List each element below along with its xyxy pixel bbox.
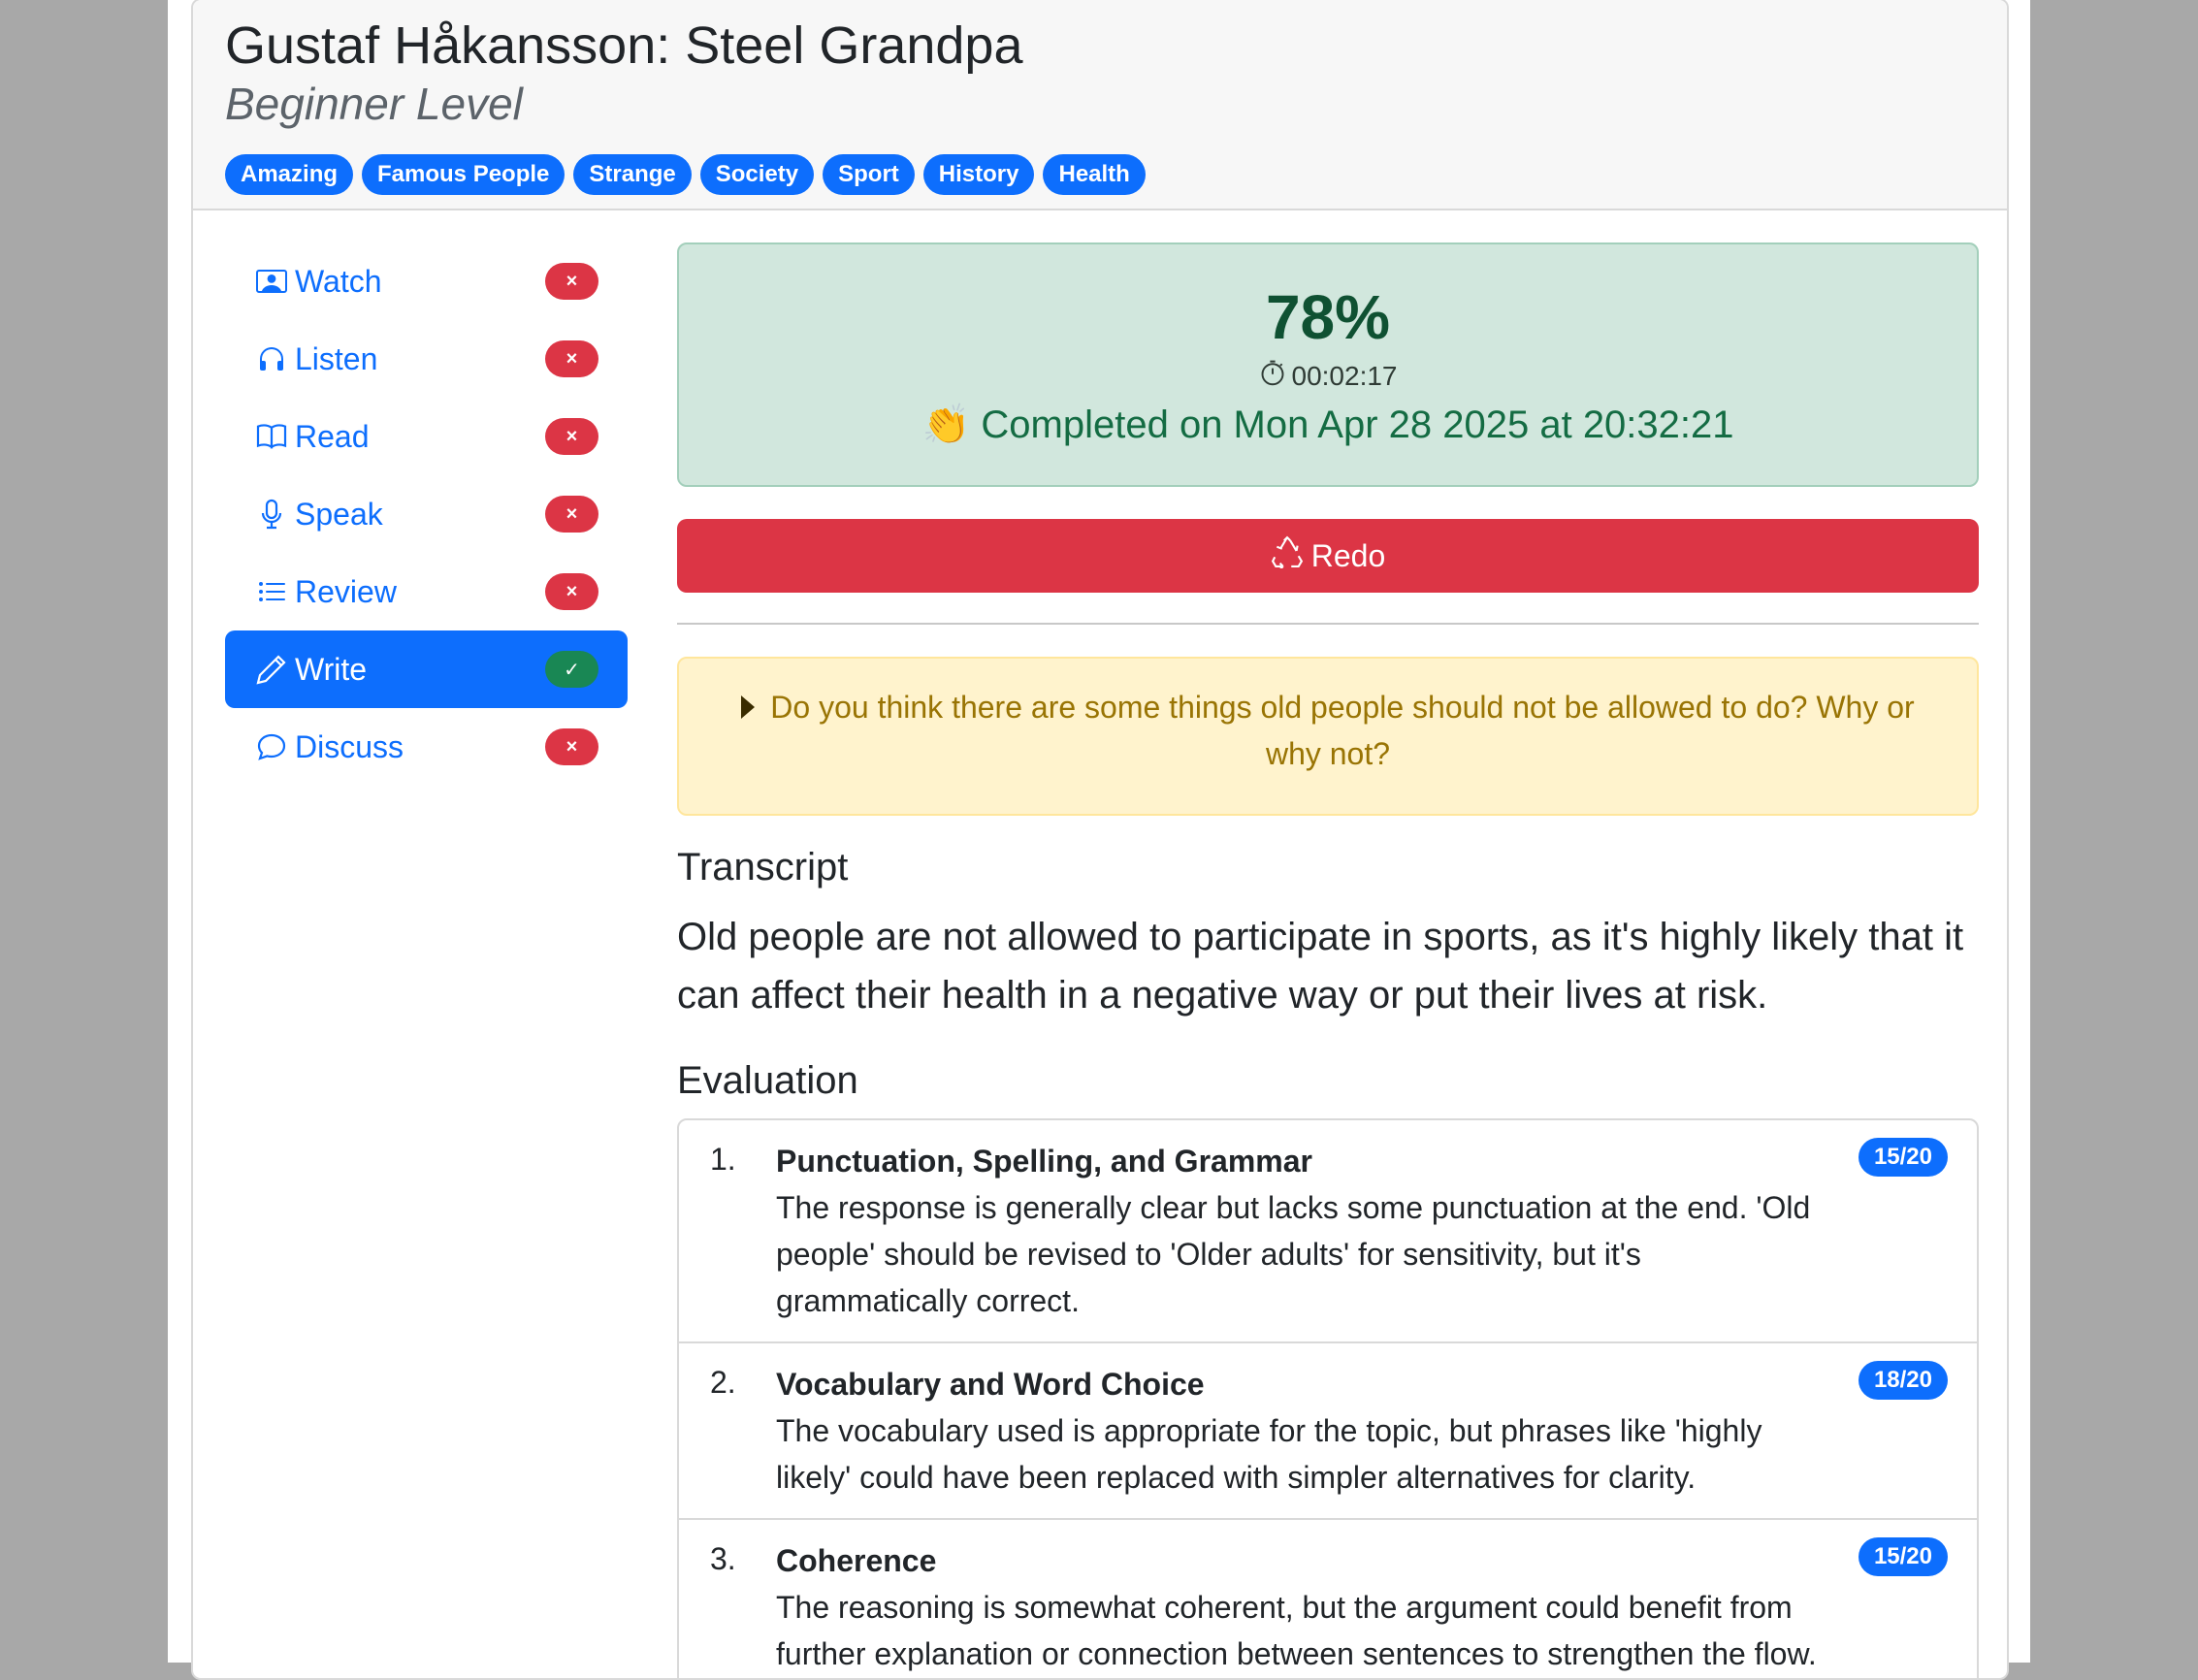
- nav-label: Read: [295, 418, 370, 454]
- incomplete-badge: ×: [545, 728, 598, 765]
- prompt-text: Do you think there are some things old p…: [770, 690, 1915, 771]
- caret-right-icon: [741, 695, 756, 719]
- divider: [677, 623, 1979, 625]
- item-number: 3.: [710, 1541, 736, 1576]
- nav-item-listen[interactable]: Listen ×: [225, 320, 628, 398]
- nav-label: Listen: [295, 340, 378, 376]
- completion-text: 👏 Completed on Mon Apr 28 2025 at 20:32:…: [921, 404, 1734, 446]
- tag-badge[interactable]: Amazing: [225, 154, 354, 195]
- nav-label: Discuss: [295, 728, 404, 764]
- nav-label: Watch: [295, 263, 382, 299]
- tag-badge[interactable]: Famous People: [362, 154, 566, 195]
- page-frame: Gustaf Håkansson: Steel Grandpa Beginner…: [168, 0, 2030, 1680]
- nav-label: Speak: [295, 496, 383, 532]
- watch-icon: [254, 264, 289, 299]
- redo-button[interactable]: Redo: [677, 519, 1979, 593]
- complete-badge: ✓: [545, 651, 598, 688]
- tag-badge[interactable]: History: [922, 154, 1035, 195]
- incomplete-badge: ×: [545, 496, 598, 533]
- score-percentage: 78%: [1265, 282, 1391, 352]
- result-alert: 78% 00:02:17 👏 Completed on Mon Apr 28 2…: [677, 242, 1979, 487]
- duration-row: 00:02:17: [679, 359, 1977, 393]
- nav-item-review[interactable]: Review ×: [225, 553, 628, 630]
- tag-badge[interactable]: Strange: [573, 154, 692, 195]
- evaluation-list: 1. Punctuation, Spelling, and Grammar Th…: [677, 1118, 1979, 1678]
- criterion-title: Vocabulary and Word Choice: [776, 1367, 1205, 1402]
- pencil-icon: [254, 652, 289, 687]
- transcript-text: Old people are not allowed to participat…: [677, 916, 1964, 1017]
- activity-nav: Watch × Listen × Read × Speak × Review ×…: [225, 242, 628, 786]
- nav-item-discuss[interactable]: Discuss ×: [225, 708, 628, 786]
- list-item: 2. Vocabulary and Word Choice The vocabu…: [679, 1343, 1977, 1520]
- criterion-feedback: The reasoning is somewhat coherent, but …: [776, 1590, 1817, 1671]
- nav-label: Write: [295, 651, 368, 687]
- incomplete-badge: ×: [545, 263, 598, 300]
- writing-prompt[interactable]: Do you think there are some things old p…: [677, 657, 1979, 816]
- nav-item-speak[interactable]: Speak ×: [225, 475, 628, 553]
- lesson-header: Gustaf Håkansson: Steel Grandpa Beginner…: [193, 0, 2007, 210]
- list-item: 1. Punctuation, Spelling, and Grammar Th…: [679, 1120, 1977, 1343]
- incomplete-badge: ×: [545, 573, 598, 610]
- lesson-level: Beginner Level: [225, 79, 523, 129]
- incomplete-badge: ×: [545, 418, 598, 455]
- tag-list: Amazing Famous People Strange Society Sp…: [225, 154, 1146, 195]
- criterion-title: Coherence: [776, 1543, 937, 1578]
- incomplete-badge: ×: [545, 340, 598, 377]
- book-icon: [254, 419, 289, 454]
- item-number: 2.: [710, 1365, 736, 1400]
- redo-label: Redo: [1310, 537, 1386, 573]
- criterion-feedback: The response is generally clear but lack…: [776, 1190, 1811, 1318]
- score-badge: 15/20: [1858, 1138, 1948, 1177]
- nav-item-write[interactable]: Write ✓: [225, 630, 628, 708]
- score-badge: 15/20: [1858, 1537, 1948, 1576]
- duration-text: 00:02:17: [1291, 360, 1398, 391]
- list-icon: [254, 574, 289, 609]
- tag-badge[interactable]: Sport: [823, 154, 915, 195]
- list-item: 3. Coherence The reasoning is somewhat c…: [679, 1520, 1977, 1678]
- evaluation-heading: Evaluation: [677, 1059, 858, 1102]
- recycle-icon: [1271, 535, 1304, 576]
- transcript-heading: Transcript: [677, 846, 849, 888]
- item-number: 1.: [710, 1142, 736, 1177]
- lesson-card: Gustaf Håkansson: Steel Grandpa Beginner…: [191, 0, 2009, 1680]
- criterion-title: Punctuation, Spelling, and Grammar: [776, 1144, 1312, 1179]
- microphone-icon: [254, 497, 289, 532]
- tag-badge[interactable]: Society: [699, 154, 815, 195]
- nav-label: Review: [295, 573, 397, 609]
- nav-item-watch[interactable]: Watch ×: [225, 242, 628, 320]
- nav-item-read[interactable]: Read ×: [225, 398, 628, 475]
- criterion-feedback: The vocabulary used is appropriate for t…: [776, 1413, 1762, 1495]
- chat-bubble-icon: [254, 729, 289, 764]
- tag-badge[interactable]: Health: [1043, 154, 1146, 195]
- lesson-title: Gustaf Håkansson: Steel Grandpa: [225, 16, 1023, 75]
- stopwatch-icon: [1259, 359, 1286, 393]
- score-badge: 18/20: [1858, 1361, 1948, 1400]
- headphones-icon: [254, 341, 289, 376]
